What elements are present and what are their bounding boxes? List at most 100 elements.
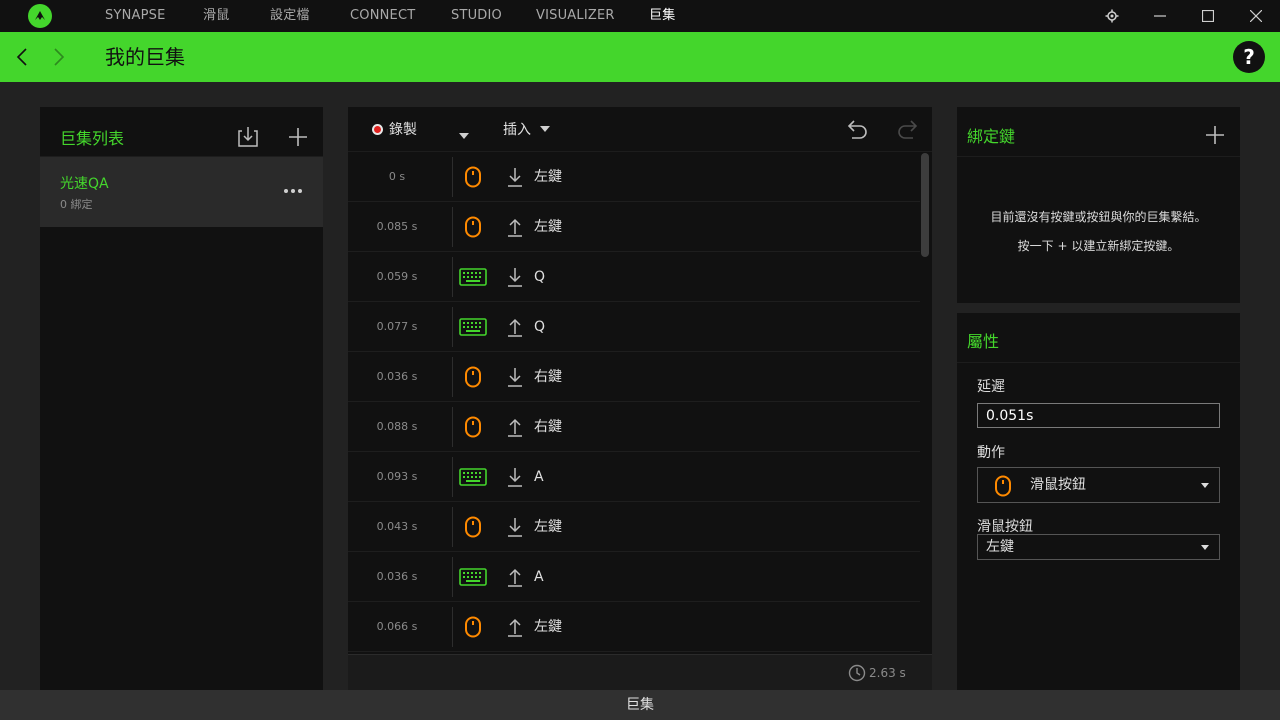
event-delay: 0.036 s (376, 370, 418, 383)
event-list: 0 s 左鍵 0.085 s 左鍵 0.059 s Q 0.077 s Q 0.036 s 右鍵 0… (348, 152, 920, 654)
event-row[interactable]: 0.088 s 右鍵 (348, 402, 920, 452)
action-chevron-down-icon (1201, 483, 1209, 488)
record-dot-icon (372, 123, 383, 135)
mouse-icon (459, 515, 487, 539)
event-divider (452, 607, 453, 647)
macro-name: 光速QA (60, 176, 109, 192)
event-divider (452, 557, 453, 597)
event-delay: 0.088 s (376, 420, 418, 433)
event-row[interactable]: 0.036 s 右鍵 (348, 352, 920, 402)
event-delay: 0.059 s (376, 270, 418, 283)
mouse-button-label: 滑鼠按鈕 (977, 519, 1033, 535)
macro-editor-panel: 錄製 插入 0 s 左鍵 0.085 s 左鍵 0.059 s Q 0.077 s Q 0.03… (348, 107, 932, 690)
key-binding-title: 綁定鍵 (967, 127, 1016, 146)
insert-chevron-icon (540, 126, 550, 132)
event-row[interactable]: 0.085 s 左鍵 (348, 202, 920, 252)
event-key: 右鍵 (534, 419, 562, 435)
key-down-arrow-icon (506, 366, 524, 388)
close-icon[interactable] (1236, 0, 1276, 32)
mouse-icon (459, 365, 487, 389)
help-icon[interactable]: ? (1233, 41, 1265, 73)
editor-toolbar: 錄製 插入 (348, 107, 932, 152)
event-divider (452, 357, 453, 397)
settings-gear-icon[interactable] (1092, 0, 1132, 32)
razer-logo-icon[interactable] (28, 4, 52, 28)
back-arrow-icon[interactable] (10, 42, 34, 72)
clock-icon (848, 664, 866, 682)
nav-tab-macro[interactable]: 巨集 (649, 0, 675, 32)
add-macro-icon[interactable] (286, 125, 310, 149)
event-key: A (534, 569, 544, 585)
macro-list-title: 巨集列表 (60, 129, 125, 148)
event-key: 右鍵 (534, 369, 562, 385)
nav-tab-mouse[interactable]: 滑鼠 (203, 0, 229, 32)
page-header: 我的巨集 ? (0, 32, 1280, 82)
nav-tab-profiles[interactable]: 設定檔 (270, 0, 310, 32)
event-divider (452, 157, 453, 197)
event-row[interactable]: 0.043 s 左鍵 (348, 502, 920, 552)
record-button[interactable]: 錄製 (372, 119, 417, 139)
macro-list-item[interactable]: 光速QA 0 綁定 (40, 157, 323, 227)
page-title: 我的巨集 (105, 45, 185, 69)
maximize-icon[interactable] (1188, 0, 1228, 32)
empty-binding-message: 目前還沒有按鍵或按鈕與你的巨集繫結。 (990, 210, 1207, 224)
event-divider (452, 507, 453, 547)
event-delay: 0.036 s (376, 570, 418, 583)
mouse-button-chevron-down-icon (1201, 545, 1209, 550)
keyboard-icon (459, 265, 487, 289)
event-key: Q (534, 319, 546, 335)
forward-arrow-icon[interactable] (47, 42, 71, 72)
import-icon[interactable] (236, 125, 260, 149)
key-down-arrow-icon (506, 516, 524, 538)
event-delay: 0.093 s (376, 470, 418, 483)
record-options-chevron-icon[interactable] (458, 125, 470, 144)
event-row[interactable]: 0.093 s A (348, 452, 920, 502)
key-down-arrow-icon (506, 466, 524, 488)
macro-binding-count: 0 綁定 (60, 198, 93, 211)
minimize-icon[interactable] (1140, 0, 1180, 32)
event-row[interactable]: 0.077 s Q (348, 302, 920, 352)
nav-tab-visualizer[interactable]: VISUALIZER (536, 0, 615, 32)
action-label: 動作 (977, 445, 1005, 461)
key-up-arrow-icon (506, 566, 524, 588)
macro-list-header: 巨集列表 (40, 107, 323, 157)
event-divider (452, 307, 453, 347)
mouse-icon (459, 215, 487, 239)
event-divider (452, 257, 453, 297)
empty-binding-hint: 按一下 + 以建立新綁定按鍵。 (1017, 239, 1180, 253)
keyboard-icon (459, 565, 487, 589)
keyboard-icon (459, 315, 487, 339)
editor-footer: 2.63 s (348, 654, 932, 690)
key-up-arrow-icon (506, 216, 524, 238)
action-select[interactable]: 滑鼠按鈕 (977, 467, 1220, 503)
mouse-button-select[interactable]: 左鍵 (977, 534, 1220, 560)
properties-title: 屬性 (967, 332, 1000, 351)
key-binding-panel: 綁定鍵 目前還沒有按鍵或按鈕與你的巨集繫結。 按一下 + 以建立新綁定按鍵。 (957, 107, 1240, 303)
nav-tab-connect[interactable]: CONNECT (350, 0, 415, 32)
mouse-icon (459, 415, 487, 439)
event-row[interactable]: 0.036 s A (348, 552, 920, 602)
mouse-icon (459, 165, 487, 189)
undo-icon[interactable] (844, 117, 870, 141)
event-row[interactable]: 0 s 左鍵 (348, 152, 920, 202)
nav-tab-studio[interactable]: STUDIO (451, 0, 502, 32)
event-row[interactable]: 0.066 s 左鍵 (348, 602, 920, 652)
redo-icon[interactable] (895, 117, 921, 141)
event-key: 左鍵 (534, 519, 562, 535)
event-divider (452, 407, 453, 447)
scrollbar-thumb[interactable] (921, 153, 929, 257)
macro-list-panel: 巨集列表 光速QA 0 綁定 (40, 107, 323, 690)
total-duration: 2.63 s (869, 666, 906, 680)
event-divider (452, 457, 453, 497)
event-delay: 0.077 s (376, 320, 418, 333)
event-row[interactable]: 0.059 s Q (348, 252, 920, 302)
key-up-arrow-icon (506, 616, 524, 638)
event-key: 左鍵 (534, 219, 562, 235)
delay-input[interactable] (977, 403, 1220, 428)
add-binding-icon[interactable] (1203, 123, 1227, 147)
insert-button[interactable]: 插入 (503, 119, 551, 139)
key-binding-header: 綁定鍵 (957, 107, 1240, 157)
more-options-icon[interactable] (280, 181, 306, 201)
nav-tab-synapse[interactable]: SYNAPSE (105, 0, 166, 32)
key-down-arrow-icon (506, 166, 524, 188)
